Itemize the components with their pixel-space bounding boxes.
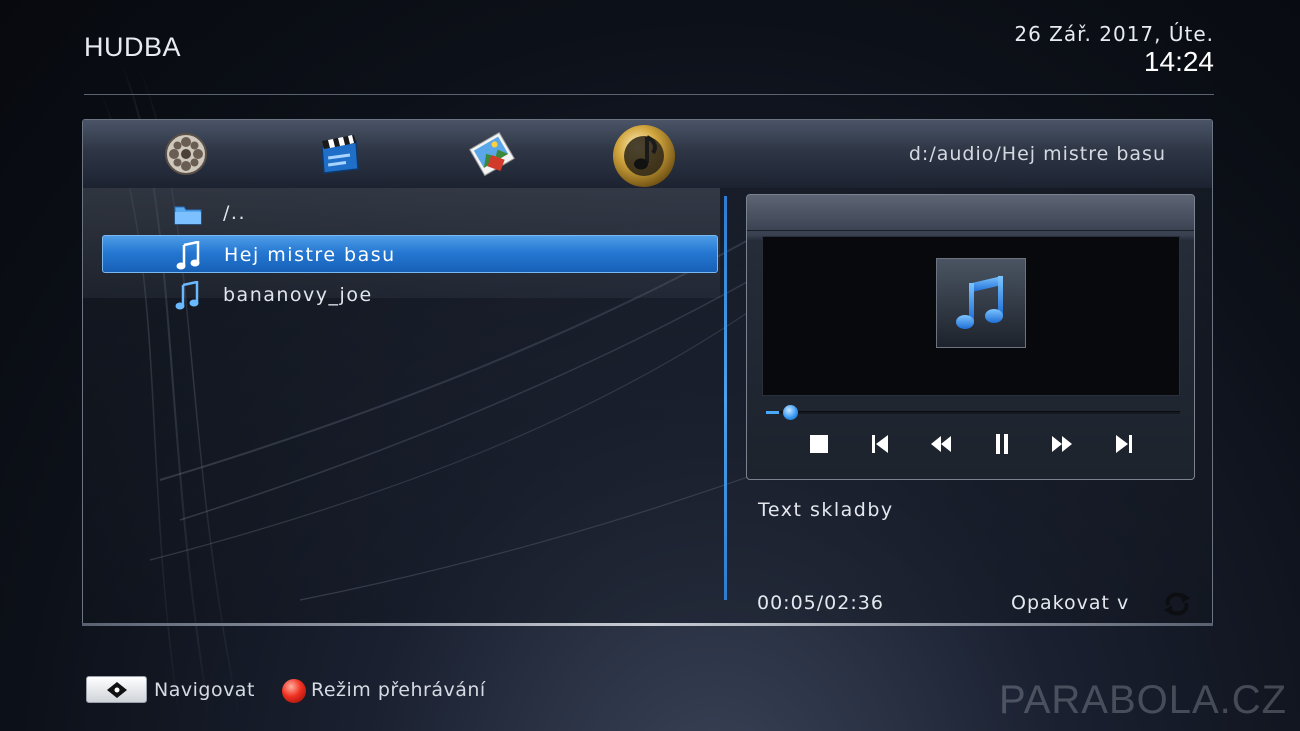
navigate-hint: Navigovat [154, 679, 255, 701]
list-item-hej-mistre-basu[interactable]: Hej mistre basu [102, 235, 718, 273]
repeat-mode-label: Opakovat v [1011, 592, 1130, 614]
tab-video[interactable] [160, 128, 212, 180]
clock: 14:24 [1143, 46, 1214, 77]
date-label: 26 Zář. 2017, Úte. [1014, 22, 1214, 46]
rewind-button[interactable] [928, 430, 954, 458]
rewind-icon [931, 436, 951, 452]
album-art [936, 258, 1026, 348]
list-item-bananovy-joe[interactable]: bananovy_joe [102, 276, 718, 314]
progress-fill [766, 411, 779, 414]
pause-button[interactable] [989, 430, 1015, 458]
panel-bottom-edge [82, 623, 1213, 626]
playback-time: 00:05/02:36 [757, 592, 884, 614]
list-item-label: Hej mistre basu [224, 244, 396, 266]
pause-icon [996, 434, 1008, 454]
red-button-icon [282, 679, 306, 703]
folder-icon [172, 199, 204, 229]
list-item-label: /.. [223, 202, 246, 224]
music-note-icon [956, 276, 1003, 329]
tab-music[interactable] [611, 123, 677, 189]
player-header [747, 195, 1194, 231]
clapperboard-icon [321, 135, 359, 174]
list-scrollbar[interactable] [724, 196, 727, 600]
repeat-icon[interactable] [1161, 590, 1193, 618]
header-divider [84, 94, 1214, 95]
next-track-button[interactable] [1111, 430, 1137, 458]
music-note-icon [172, 281, 204, 311]
lyrics-label: Text skladby [758, 499, 894, 521]
navigate-key [86, 676, 147, 703]
music-note-icon [173, 241, 205, 271]
stop-icon [810, 435, 828, 453]
watermark: PARABOLA.CZ [999, 678, 1288, 722]
list-item-parent-folder[interactable]: /.. [102, 194, 718, 232]
current-path: d:/audio/Hej mistre basu [908, 143, 1166, 165]
playback-mode-hint: Režim přehrávání [311, 679, 486, 701]
page-title: HUDBA [84, 32, 182, 62]
progress-handle[interactable] [783, 405, 798, 420]
fast-forward-button[interactable] [1049, 430, 1075, 458]
previous-track-button[interactable] [867, 430, 893, 458]
dpad-icon [106, 681, 127, 698]
music-disc-icon [613, 125, 675, 187]
photo-icon [469, 131, 515, 177]
progress-track[interactable] [766, 411, 1180, 414]
previous-track-icon [872, 435, 888, 453]
fast-forward-icon [1052, 436, 1072, 452]
list-item-label: bananovy_joe [223, 284, 373, 306]
album-art-reflection [936, 350, 1026, 386]
next-track-icon [1116, 435, 1132, 453]
tab-movies[interactable] [313, 128, 365, 180]
tab-photos[interactable] [466, 128, 518, 180]
film-reel-icon [165, 133, 207, 175]
stop-button[interactable] [806, 430, 832, 458]
